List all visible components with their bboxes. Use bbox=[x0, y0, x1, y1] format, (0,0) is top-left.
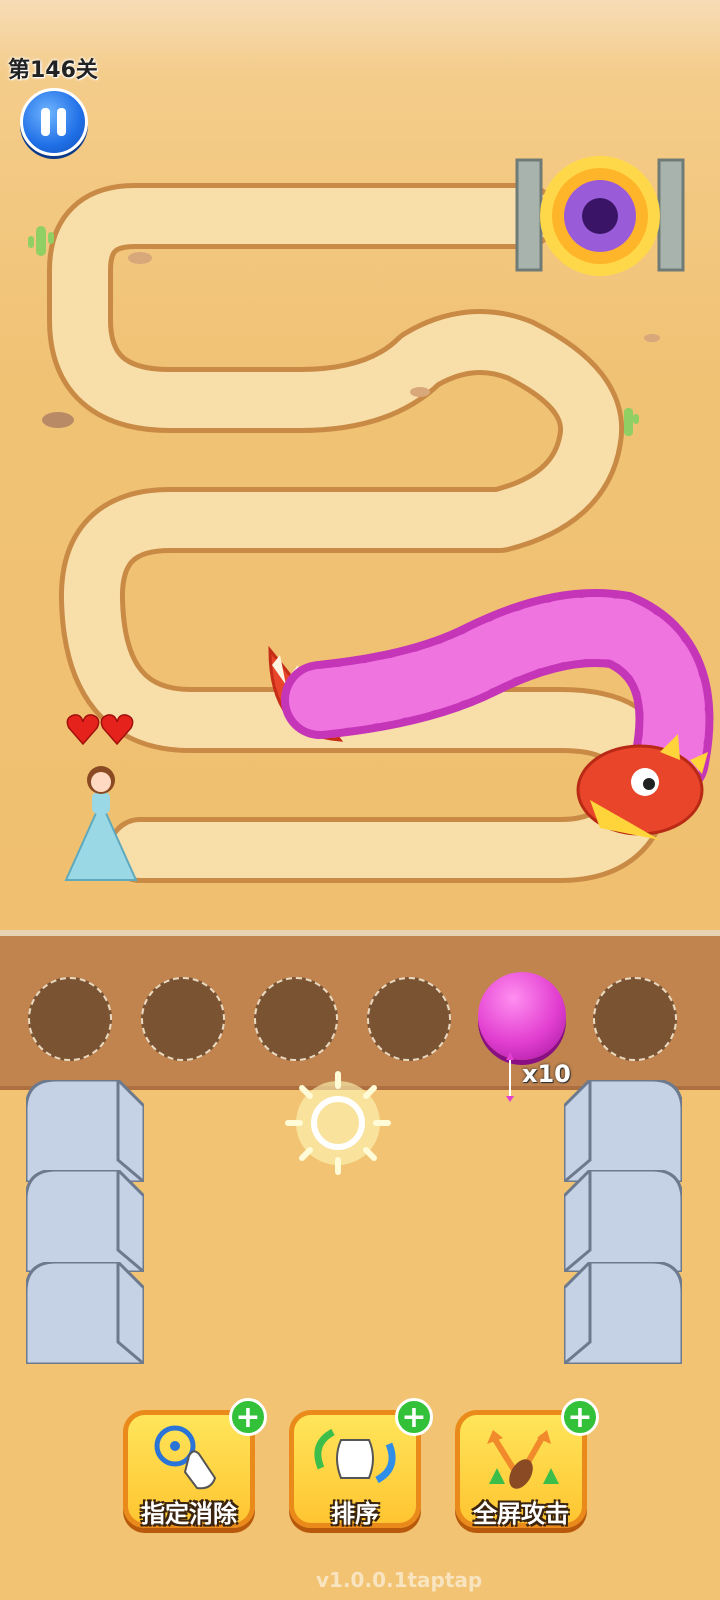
pink-ball-slot[interactable] bbox=[478, 972, 566, 1060]
stone-block[interactable] bbox=[26, 1262, 144, 1364]
target-remove-button[interactable]: 指定消除 + bbox=[123, 1398, 267, 1534]
empty-slot[interactable] bbox=[367, 977, 451, 1061]
tool-label: 指定消除 bbox=[141, 1500, 237, 1528]
stone-block[interactable] bbox=[26, 1080, 144, 1182]
tool-label: 排序 bbox=[331, 1500, 379, 1528]
arrow-icon bbox=[506, 1052, 514, 1102]
sun-icon bbox=[285, 1071, 391, 1175]
empty-slot[interactable] bbox=[254, 977, 338, 1061]
stone-block[interactable] bbox=[564, 1262, 682, 1364]
princess-character bbox=[64, 766, 138, 881]
stone-block[interactable] bbox=[564, 1080, 682, 1182]
heart-icon bbox=[66, 714, 134, 746]
add-icon[interactable]: + bbox=[229, 1398, 267, 1436]
stone-block[interactable] bbox=[564, 1170, 682, 1272]
fullscreen-attack-icon bbox=[487, 1430, 559, 1489]
empty-slot[interactable] bbox=[593, 977, 677, 1061]
stone-block[interactable] bbox=[26, 1170, 144, 1272]
sort-button[interactable]: 排序 + bbox=[289, 1398, 433, 1534]
target-tap-icon bbox=[154, 1425, 217, 1490]
add-icon[interactable]: + bbox=[395, 1398, 433, 1436]
add-icon[interactable]: + bbox=[561, 1398, 599, 1436]
ball-slot-bar bbox=[0, 930, 720, 1090]
empty-slot[interactable] bbox=[141, 977, 225, 1061]
version-watermark: v1.0.0.1taptap bbox=[316, 1568, 483, 1592]
empty-slot[interactable] bbox=[28, 977, 112, 1061]
fullscreen-attack-button[interactable]: 全屏攻击 + bbox=[455, 1398, 599, 1534]
shuffle-hand-icon bbox=[314, 1428, 396, 1484]
tool-label: 全屏攻击 bbox=[473, 1500, 569, 1528]
